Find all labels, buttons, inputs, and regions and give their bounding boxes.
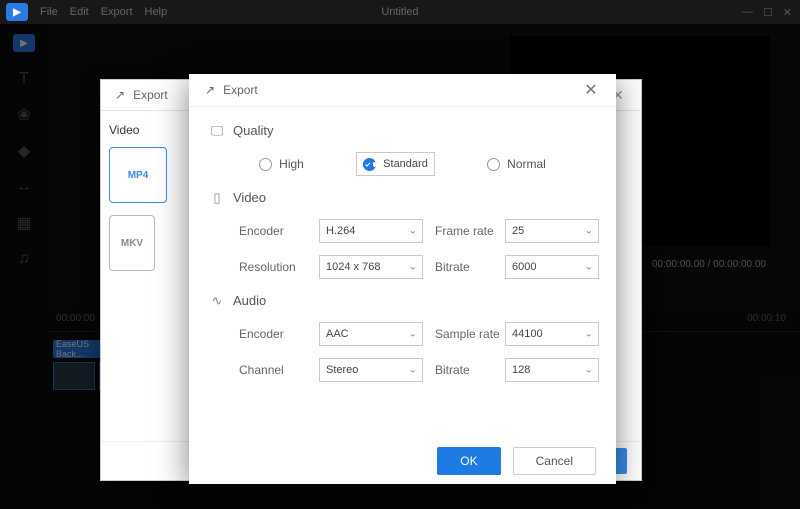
- quality-standard-radio[interactable]: Standard: [356, 152, 435, 176]
- video-resolution-select[interactable]: 1024 x 768⌄: [319, 255, 423, 279]
- export-settings-dialog: ↗ Export ✕ 🖵 Quality High: [189, 74, 616, 484]
- quality-section-label: Quality: [233, 123, 273, 138]
- audio-channel-label: Channel: [239, 363, 307, 377]
- menu-edit[interactable]: Edit: [70, 6, 89, 18]
- waveform-icon: ∿: [209, 294, 225, 308]
- video-bitrate-label: Bitrate: [435, 260, 493, 274]
- maximize-icon[interactable]: ☐: [763, 6, 773, 19]
- cancel-button[interactable]: Cancel: [513, 447, 596, 475]
- monitor-icon: 🖵: [209, 124, 225, 138]
- audio-section-label: Audio: [233, 293, 266, 308]
- video-framerate-label: Frame rate: [435, 224, 493, 238]
- music-tool-icon[interactable]: ♫: [15, 250, 33, 268]
- video-encoder-select[interactable]: H.264⌄: [319, 219, 423, 243]
- menu-help[interactable]: Help: [145, 6, 168, 18]
- tool-sidebar: ▶ T ❀ ◆ ↔ ▦ ♫: [0, 24, 48, 509]
- media-tool-icon[interactable]: ▶: [13, 34, 35, 52]
- ok-button[interactable]: OK: [437, 447, 500, 475]
- menu-export[interactable]: Export: [101, 6, 133, 18]
- quality-standard-label: Standard: [383, 158, 428, 170]
- audio-bitrate-select[interactable]: 128⌄: [505, 358, 599, 382]
- minimize-icon[interactable]: —: [742, 6, 753, 19]
- audio-encoder-label: Encoder: [239, 327, 307, 341]
- export-icon: ↗: [205, 83, 215, 97]
- audio-encoder-select[interactable]: AAC⌄: [319, 322, 423, 346]
- effects-tool-icon[interactable]: ❀: [15, 106, 33, 124]
- quality-high-label: High: [279, 157, 304, 171]
- video-bitrate-select[interactable]: 6000⌄: [505, 255, 599, 279]
- format-mkv[interactable]: MKV: [109, 215, 155, 271]
- film-icon: ▯: [209, 191, 225, 205]
- menu-file[interactable]: File: [40, 6, 58, 18]
- video-section-label: Video: [233, 190, 266, 205]
- chevron-down-icon: ⌄: [409, 262, 417, 273]
- timeline-tick: 00:00:10: [747, 313, 786, 324]
- chevron-down-icon: ⌄: [409, 365, 417, 376]
- video-encoder-label: Encoder: [239, 224, 307, 238]
- close-icon[interactable]: ✕: [582, 81, 600, 99]
- chevron-down-icon: ⌄: [585, 365, 593, 376]
- quality-high-radio[interactable]: High: [259, 152, 304, 176]
- transition-tool-icon[interactable]: ↔: [15, 178, 33, 196]
- audio-samplerate-label: Sample rate: [435, 327, 493, 341]
- format-mp4[interactable]: MP4: [109, 147, 167, 203]
- app-logo: ▶: [6, 3, 28, 21]
- video-framerate-select[interactable]: 25⌄: [505, 219, 599, 243]
- chevron-down-icon: ⌄: [409, 329, 417, 340]
- chevron-down-icon: ⌄: [585, 262, 593, 273]
- quality-normal-label: Normal: [507, 157, 546, 171]
- video-resolution-label: Resolution: [239, 260, 307, 274]
- audio-samplerate-select[interactable]: 44100⌄: [505, 322, 599, 346]
- audio-bitrate-label: Bitrate: [435, 363, 493, 377]
- export-back-icon: ↗: [115, 88, 125, 102]
- export-panel-title: Export: [133, 88, 168, 102]
- text-tool-icon[interactable]: T: [15, 70, 33, 88]
- titlebar: ▶ File Edit Export Help Untitled — ☐ ✕: [0, 0, 800, 24]
- audio-channel-select[interactable]: Stereo⌄: [319, 358, 423, 382]
- chevron-down-icon: ⌄: [585, 329, 593, 340]
- close-window-icon[interactable]: ✕: [783, 6, 792, 19]
- export-tab-video[interactable]: Video: [109, 123, 181, 137]
- filmstrip-tool-icon[interactable]: ▦: [15, 214, 33, 232]
- layers-tool-icon[interactable]: ◆: [15, 142, 33, 160]
- timecode-display: 00:00:00.00 / 00:00:00.00: [652, 259, 766, 270]
- quality-normal-radio[interactable]: Normal: [487, 152, 546, 176]
- dialog-title: Export: [223, 83, 258, 97]
- timeline-tick: 00:00:00: [56, 313, 95, 324]
- chevron-down-icon: ⌄: [585, 226, 593, 237]
- clip-thumbnail[interactable]: [53, 362, 95, 390]
- chevron-down-icon: ⌄: [409, 226, 417, 237]
